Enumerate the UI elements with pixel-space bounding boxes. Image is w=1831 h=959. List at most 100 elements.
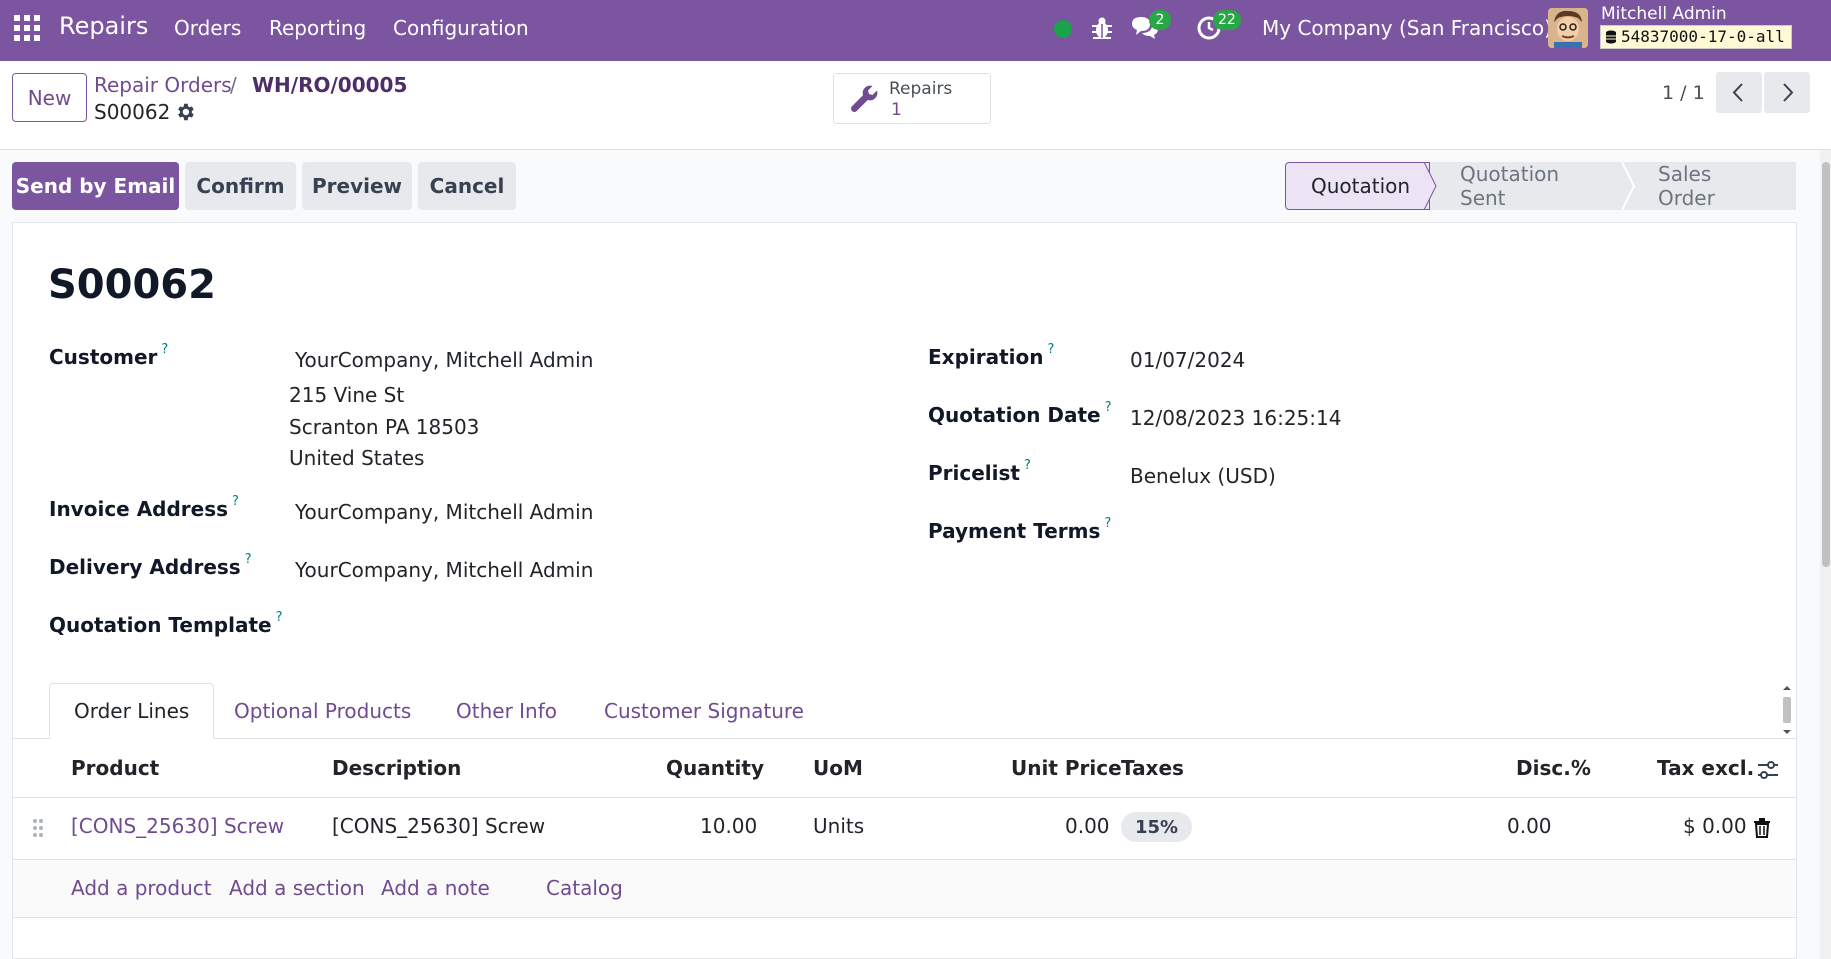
help-tooltip-icon[interactable]: ? — [1024, 458, 1031, 473]
customer-field[interactable]: YourCompany, Mitchell Admin — [295, 348, 593, 372]
pricelist-label: Pricelist? — [928, 458, 1031, 485]
expiration-label: Expiration? — [928, 342, 1055, 369]
column-tax-excl[interactable]: Tax excl. — [1657, 756, 1754, 780]
pager-previous-button[interactable] — [1716, 72, 1762, 113]
column-quantity[interactable]: Quantity — [666, 756, 764, 780]
send-by-email-button[interactable]: Send by Email — [12, 162, 179, 210]
help-tooltip-icon[interactable]: ? — [161, 342, 168, 357]
column-settings-icon[interactable] — [1756, 759, 1780, 781]
tabs-scrollbar[interactable] — [1780, 684, 1794, 736]
cell-description[interactable]: [CONS_25630] Screw — [332, 814, 545, 838]
customer-address-city: Scranton PA 18503 — [289, 415, 480, 439]
cell-product[interactable]: [CONS_25630] Screw — [71, 814, 284, 838]
pager-next-button[interactable] — [1764, 72, 1810, 113]
cancel-button[interactable]: Cancel — [418, 162, 516, 210]
column-discount[interactable]: Disc.% — [1516, 756, 1591, 780]
column-unit-price[interactable]: Unit Price — [1011, 756, 1122, 780]
stage-quotation[interactable]: Quotation — [1285, 162, 1430, 210]
column-uom[interactable]: UoM — [813, 756, 863, 780]
customer-label: Customer? — [49, 342, 169, 369]
stage-arrow-separator — [1622, 162, 1636, 210]
repairs-smart-button[interactable]: Repairs 1 — [833, 73, 991, 124]
column-description[interactable]: Description — [332, 756, 461, 780]
table-header-divider — [13, 797, 1796, 798]
breadcrumb-repair-order[interactable]: WH/RO/00005 — [252, 73, 407, 97]
database-icon — [1606, 30, 1616, 44]
tab-optional-products[interactable]: Optional Products — [210, 683, 435, 739]
pricelist-field[interactable]: Benelux (USD) — [1130, 464, 1276, 488]
column-taxes[interactable]: Taxes — [1121, 756, 1184, 780]
smart-button-label: Repairs — [889, 79, 953, 99]
cell-uom[interactable]: Units — [813, 814, 864, 838]
breadcrumb-separator: / — [230, 73, 237, 97]
activities-count-badge: 22 — [1213, 10, 1241, 30]
database-name: 54837000-17-0-all — [1621, 27, 1785, 46]
drag-handle-icon[interactable] — [31, 817, 45, 839]
help-tooltip-icon[interactable]: ? — [245, 552, 252, 567]
menu-reporting[interactable]: Reporting — [269, 16, 366, 40]
quotation-template-field[interactable] — [295, 613, 855, 641]
user-avatar[interactable] — [1548, 8, 1588, 48]
company-switcher[interactable]: My Company (San Francisco) — [1262, 16, 1552, 40]
page-scrollbar-thumb[interactable] — [1822, 162, 1830, 567]
presence-status-icon[interactable] — [1054, 20, 1072, 38]
add-product-link[interactable]: Add a product — [71, 876, 212, 900]
help-tooltip-icon[interactable]: ? — [1104, 516, 1111, 531]
customer-address-country: United States — [289, 446, 425, 470]
chevron-right-icon — [1783, 83, 1794, 102]
quotation-date-label: Quotation Date? — [928, 400, 1112, 427]
confirm-button[interactable]: Confirm — [185, 162, 296, 210]
help-tooltip-icon[interactable]: ? — [232, 494, 239, 509]
record-title: S00062 — [48, 262, 216, 308]
tab-other-info[interactable]: Other Info — [432, 683, 581, 739]
new-button[interactable]: New — [12, 73, 87, 122]
tax-tag[interactable]: 15% — [1121, 812, 1192, 842]
quotation-date-field[interactable]: 12/08/2023 16:25:14 — [1130, 406, 1341, 430]
messages-count-badge: 2 — [1149, 10, 1171, 30]
user-name[interactable]: Mitchell Admin — [1601, 4, 1727, 24]
expiration-field[interactable]: 01/07/2024 — [1130, 348, 1245, 372]
apps-menu-icon[interactable] — [14, 15, 40, 41]
preview-button[interactable]: Preview — [302, 162, 412, 210]
invoice-address-field[interactable]: YourCompany, Mitchell Admin — [295, 500, 593, 524]
top-navbar: Repairs Orders Reporting Configuration 2… — [0, 0, 1831, 61]
menu-orders[interactable]: Orders — [174, 16, 241, 40]
table-bottom-divider — [13, 917, 1796, 918]
tab-order-lines[interactable]: Order Lines — [49, 683, 215, 739]
cell-quantity[interactable]: 10.00 — [700, 814, 757, 838]
debug-bug-icon[interactable] — [1090, 15, 1114, 41]
invoice-address-label: Invoice Address? — [49, 494, 239, 521]
page-scrollbar[interactable] — [1820, 150, 1831, 959]
catalog-link[interactable]: Catalog — [546, 876, 623, 900]
help-tooltip-icon[interactable]: ? — [276, 610, 283, 625]
chevron-left-icon — [1732, 83, 1743, 102]
payment-terms-field[interactable] — [1130, 519, 1690, 547]
cell-unit-price[interactable]: 0.00 — [1065, 814, 1110, 838]
help-tooltip-icon[interactable]: ? — [1105, 400, 1112, 415]
stage-quotation-sent[interactable]: Quotation Sent — [1430, 162, 1628, 210]
pager-value[interactable]: 1 / 1 — [1662, 82, 1705, 104]
delivery-address-label: Delivery Address? — [49, 552, 252, 579]
delivery-address-field[interactable]: YourCompany, Mitchell Admin — [295, 558, 593, 582]
stage-sales-order[interactable]: Sales Order — [1628, 162, 1796, 210]
help-tooltip-icon[interactable]: ? — [1048, 342, 1055, 357]
status-bar: Quotation Quotation Sent Sales Order — [1285, 162, 1796, 210]
control-panel: New Repair Orders / WH/RO/00005 S00062 R… — [0, 61, 1831, 150]
quotation-template-label: Quotation Template? — [49, 610, 283, 637]
smart-button-count: 1 — [891, 100, 902, 120]
payment-terms-label: Payment Terms? — [928, 516, 1112, 543]
menu-configuration[interactable]: Configuration — [393, 16, 529, 40]
wrench-icon — [851, 85, 878, 112]
record-name: S00062 — [94, 100, 171, 124]
column-product[interactable]: Product — [71, 756, 159, 780]
add-note-link[interactable]: Add a note — [381, 876, 490, 900]
breadcrumb-repair-orders[interactable]: Repair Orders — [94, 73, 232, 97]
trash-icon[interactable] — [1753, 818, 1771, 838]
customer-address-street: 215 Vine St — [289, 383, 405, 407]
add-section-link[interactable]: Add a section — [229, 876, 365, 900]
tab-customer-signature[interactable]: Customer Signature — [580, 683, 828, 739]
cell-discount[interactable]: 0.00 — [1507, 814, 1552, 838]
app-name[interactable]: Repairs — [59, 12, 148, 40]
form-sheet — [12, 222, 1797, 959]
gear-icon[interactable] — [174, 101, 196, 123]
